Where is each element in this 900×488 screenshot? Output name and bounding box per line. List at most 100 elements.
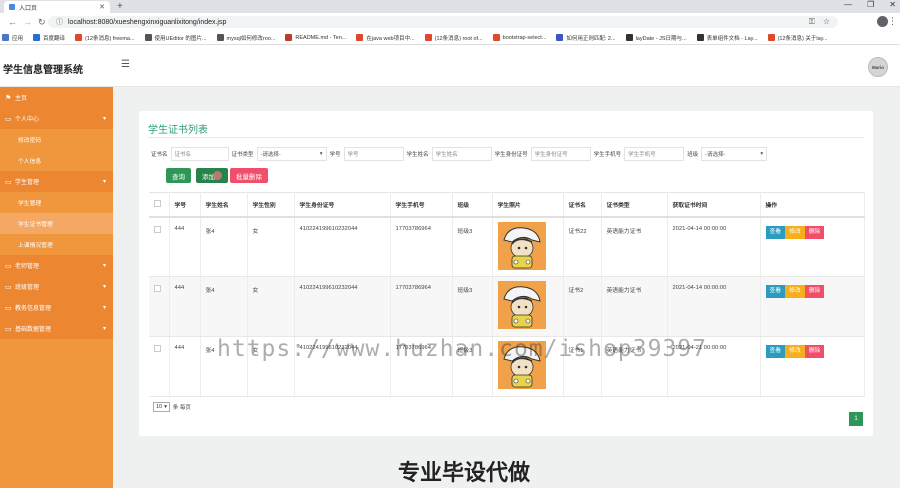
restore-icon[interactable]: ❐ <box>867 0 874 9</box>
delete-button[interactable]: 删除 <box>804 225 825 239</box>
menu-icon: ▭ <box>5 283 12 291</box>
key-icon[interactable]: ⚿ <box>809 17 815 27</box>
filter-input[interactable]: 学号 <box>343 147 404 161</box>
cell-name: 张4 <box>200 216 248 277</box>
reload-icon[interactable]: ↻ <box>38 17 46 28</box>
info-icon[interactable]: ⓘ <box>56 17 63 27</box>
filter-placeholder: 学生姓名 <box>435 152 458 158</box>
sidebar-item[interactable]: 修改密码 <box>0 129 113 150</box>
batch-delete-button[interactable]: 批量删除 <box>230 168 268 183</box>
edit-button[interactable]: 修改 <box>785 285 805 298</box>
bookmark-favicon-icon <box>767 34 775 41</box>
add-button[interactable]: 添加 <box>196 168 228 183</box>
column-header: 证书类型 <box>601 192 668 218</box>
column-header: 学生照片 <box>492 192 564 218</box>
sidebar-item-label: 老师管理 <box>15 264 40 270</box>
sidebar-item[interactable]: ▭ 班级管理 ▾ <box>0 276 113 297</box>
filter-input[interactable]: 学生手机号 <box>624 147 685 161</box>
sidebar-item[interactable]: 学生证书管理 <box>0 213 113 234</box>
bookmark-star-icon[interactable]: ☆ <box>823 17 830 27</box>
bookmark-label: mysql如何修改roo... <box>226 35 276 42</box>
view-button[interactable]: 查看 <box>765 345 786 358</box>
row-checkbox[interactable] <box>154 345 161 352</box>
edit-button[interactable]: 修改 <box>785 225 805 239</box>
sidebar-item[interactable]: 个人信息 <box>0 150 113 171</box>
view-button[interactable]: 查看 <box>765 285 786 298</box>
menu-toggle-icon[interactable]: ☰ <box>121 59 130 70</box>
sidebar-item[interactable]: 上课情况管理 <box>0 234 113 255</box>
back-icon[interactable]: ← <box>8 17 17 27</box>
new-tab-button[interactable]: + <box>117 1 123 12</box>
row-checkbox[interactable] <box>154 225 161 233</box>
row-checkbox[interactable] <box>154 285 161 292</box>
close-window-icon[interactable]: ✕ <box>889 0 896 9</box>
bookmark-item[interactable]: 百度翻译 <box>33 34 65 42</box>
page-size-value: 10 <box>156 404 163 410</box>
sidebar-item[interactable]: ▭ 学生管理 ▾ <box>0 171 113 192</box>
sidebar-item-label: 个人信息 <box>18 159 42 165</box>
cell-class: 班级3 <box>452 216 493 277</box>
delete-button[interactable]: 删除 <box>804 285 825 298</box>
table-row[interactable]: 444 张4 女 410224199610232044 17703786964 班级3 证书… <box>149 336 865 397</box>
search-button[interactable]: 查询 <box>166 168 191 183</box>
bookmark-item[interactable]: 如何用正则匹配: 2... <box>556 34 616 42</box>
forward-icon[interactable]: → <box>23 17 32 27</box>
bookmark-item[interactable]: 在java web项目中... <box>356 34 415 42</box>
table-row[interactable]: 444 张4 女 410224199610232044 17703786964 班级3 证书… <box>149 276 865 337</box>
bookmark-item[interactable]: (12条消息) 关于lay... <box>767 34 828 42</box>
sidebar-item[interactable]: ▭ 教务信息管理 ▾ <box>0 297 113 318</box>
bookmark-item[interactable]: (12条消息) freema... <box>75 34 135 42</box>
filter-select[interactable]: -请选择- ▾ <box>256 147 327 161</box>
bookmark-item[interactable]: 应用 <box>2 34 23 42</box>
filter-select[interactable]: -请选择- ▾ <box>701 147 768 161</box>
divider <box>148 137 864 138</box>
url-input[interactable]: ⓘ localhost:8080/xueshengxinxiguanlixito… <box>48 16 838 28</box>
filter-label: 学生姓名 <box>406 152 429 158</box>
bookmark-label: layDate - JS日期与... <box>635 35 687 42</box>
cell-id-card: 410224199610232044 <box>294 336 391 397</box>
page-number-button[interactable]: 1 <box>849 412 863 426</box>
profile-icon[interactable] <box>877 16 888 27</box>
sidebar-item[interactable]: ▭ 个人中心 ▾ <box>0 108 113 129</box>
bookmark-label: README.md - Ten... <box>295 34 347 41</box>
browser-tab[interactable]: 入口页 ✕ <box>4 1 110 13</box>
url-text: localhost:8080/xueshengxinxiguanlixitong… <box>68 18 227 26</box>
page-size-select[interactable]: 10 ▾ <box>153 402 170 412</box>
action-toolbar: 查询 添加 批量删除 <box>166 168 268 183</box>
menu-icon: ▭ <box>5 262 12 270</box>
minimize-icon[interactable]: — <box>844 0 852 9</box>
sidebar: ⚑ 主页 ▭ 个人中心 ▾ 修改密码 个人信息 ▭ 学生管理 ▾ 学生管理 学生证书管理 上课情况管理 ▭… <box>0 87 113 488</box>
view-button[interactable]: 查看 <box>765 225 786 239</box>
filter-input[interactable]: 学生姓名 <box>431 147 492 161</box>
bookmark-item[interactable]: 表单组件文档 - Lay... <box>696 34 758 42</box>
filter-input[interactable]: 学生身份证号 <box>530 147 591 161</box>
browser-menu-icon[interactable]: ⋮ <box>888 16 897 27</box>
sidebar-item[interactable]: ▭ 基础数据管理 ▾ <box>0 318 113 339</box>
bookmark-item[interactable]: (12条消息) root of... <box>424 34 483 42</box>
cell-student-no: 444 <box>169 276 201 337</box>
table-row[interactable]: 444 张4 女 410224199610232044 17703786964 班级3 证书… <box>149 216 865 277</box>
close-tab-icon[interactable]: ✕ <box>99 3 105 11</box>
bookmark-favicon-icon <box>75 34 83 41</box>
chevron-down-icon: ▾ <box>102 305 106 311</box>
bookmark-item[interactable]: README.md - Ten... <box>285 34 346 41</box>
select-all-checkbox[interactable] <box>154 199 161 207</box>
cell-gender: 女 <box>247 276 295 337</box>
edit-button[interactable]: 修改 <box>785 345 805 358</box>
column-header: 学生身份证号 <box>294 192 391 218</box>
cell-name: 张4 <box>200 336 248 397</box>
delete-button[interactable]: 删除 <box>804 345 825 358</box>
bookmark-item[interactable]: mysql如何修改roo... <box>216 34 276 42</box>
bookmark-item[interactable]: 使用UEditor 的图片... <box>144 34 207 42</box>
sidebar-item[interactable]: 学生管理 <box>0 192 113 213</box>
filter-select-value: -请选择- <box>260 152 281 158</box>
avatar[interactable]: Mario <box>868 57 888 77</box>
bookmark-item[interactable]: layDate - JS日期与... <box>625 34 687 42</box>
sidebar-item-label: 基础数据管理 <box>15 327 52 333</box>
cell-name: 张4 <box>200 276 248 337</box>
bookmark-item[interactable]: bootstrap-select... <box>492 34 546 41</box>
sidebar-item[interactable]: ⚑ 主页 <box>0 87 113 108</box>
sidebar-item[interactable]: ▭ 老师管理 ▾ <box>0 255 113 276</box>
chevron-down-icon: ▾ <box>102 179 106 185</box>
filter-input[interactable]: 证书名 <box>170 147 229 161</box>
